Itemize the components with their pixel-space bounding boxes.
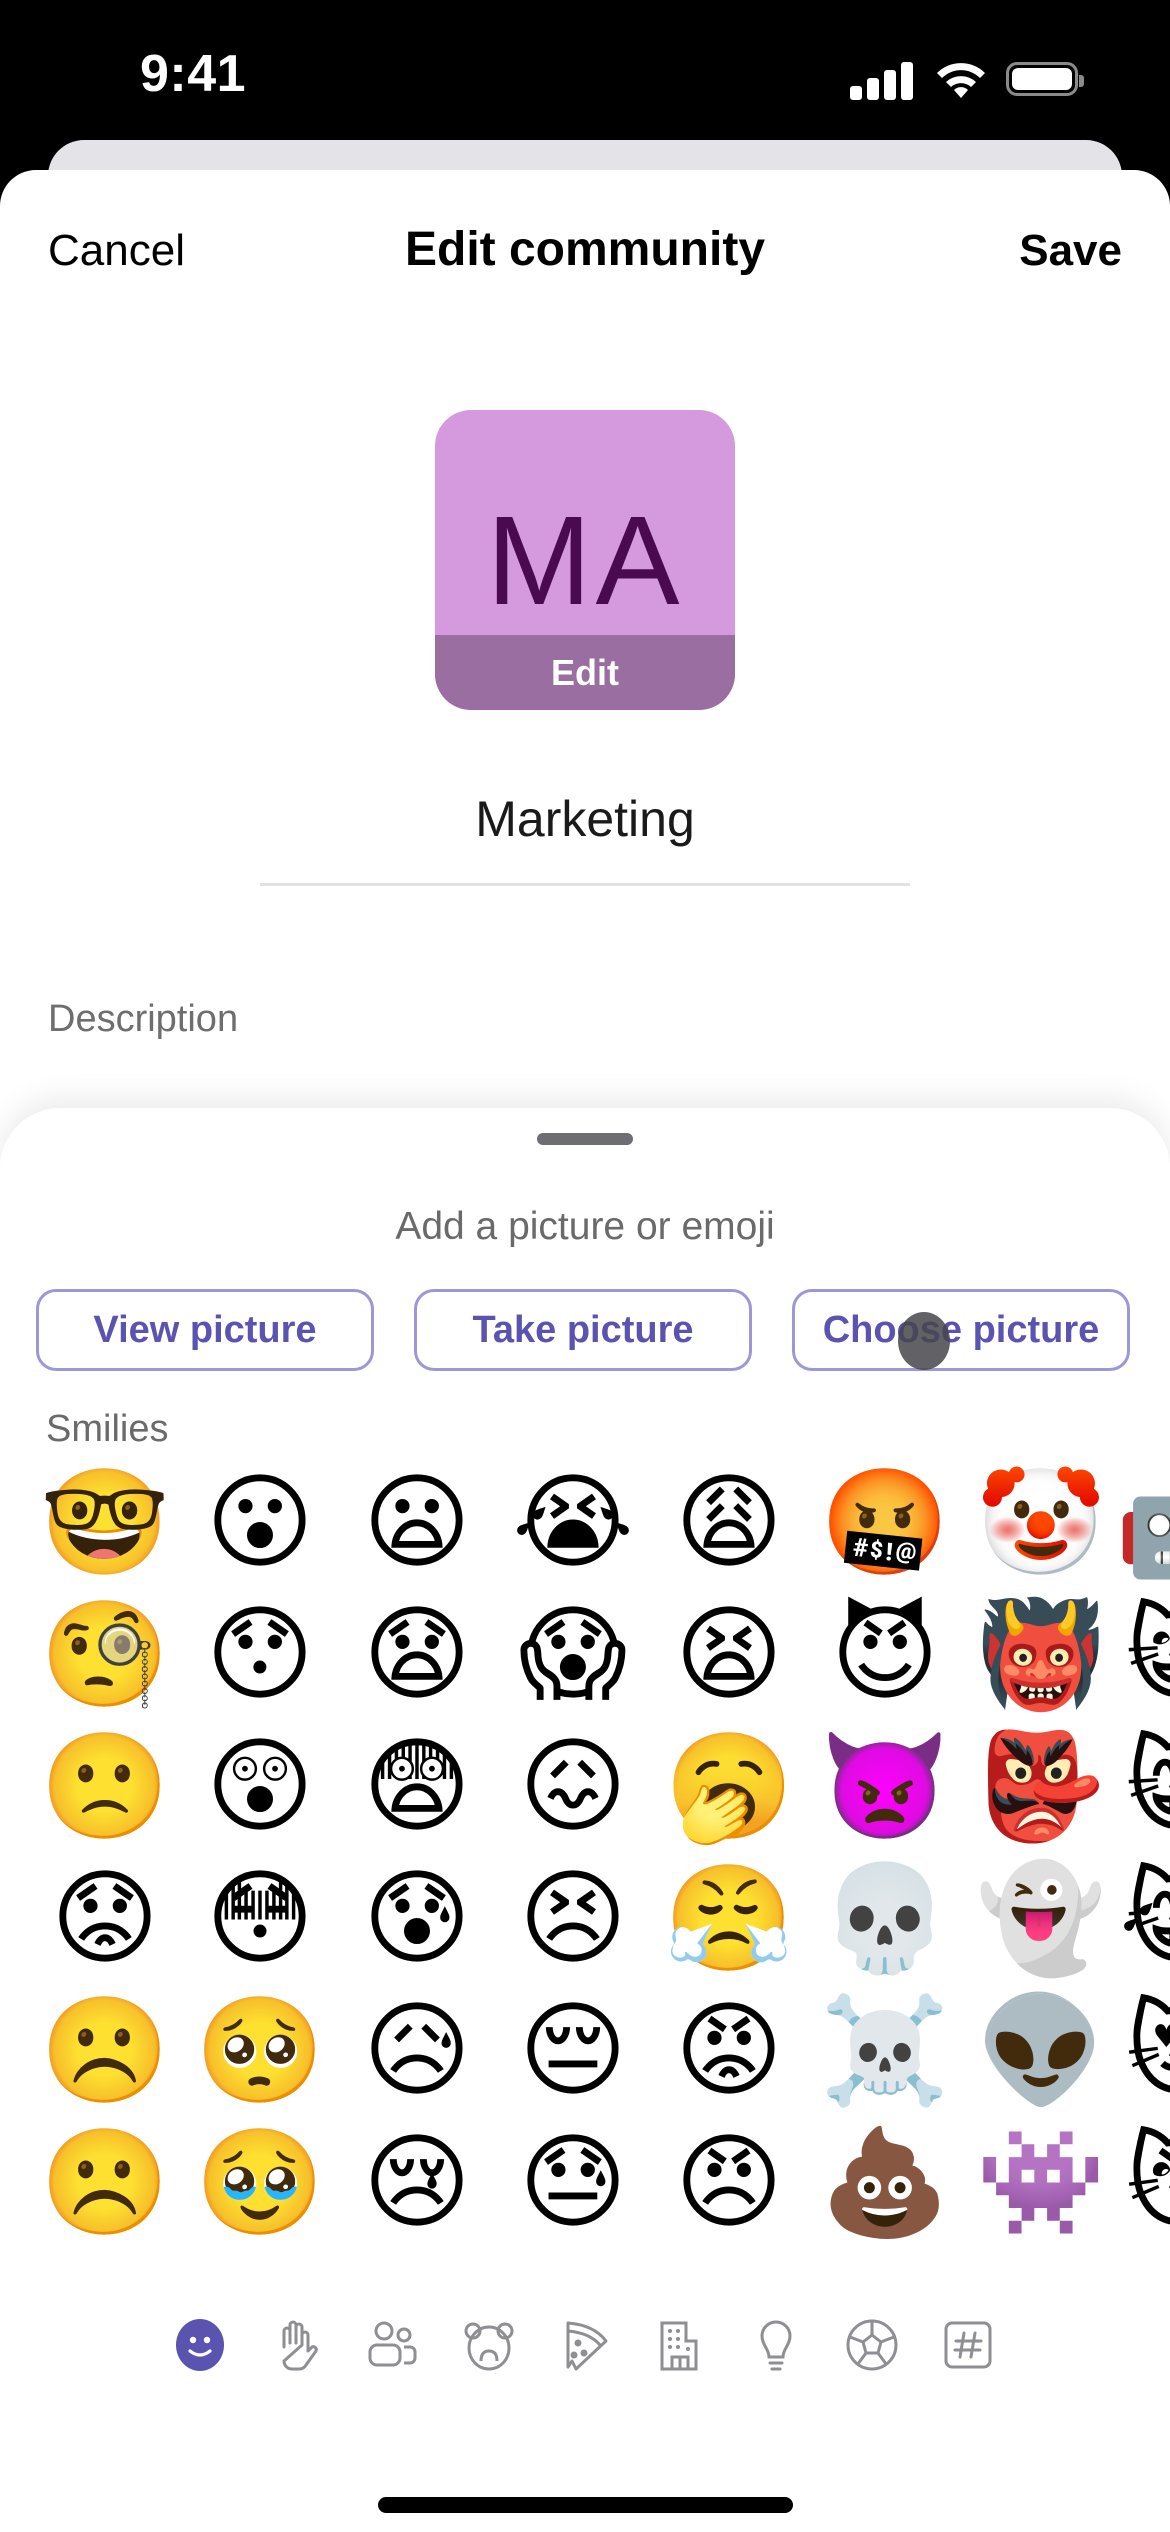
touch-indicator xyxy=(898,1312,950,1370)
emoji-item[interactable]: 🥹 xyxy=(195,2117,325,2247)
emoji-item[interactable]: 😩 xyxy=(664,1457,794,1587)
lightbulb-icon[interactable] xyxy=(748,2317,804,2373)
emoji-item[interactable]: 🤡 xyxy=(976,1457,1106,1587)
emoji-item[interactable]: 👺 xyxy=(976,1721,1106,1851)
emoji-item[interactable]: 👻 xyxy=(976,1853,1106,1983)
emoji-item[interactable]: 🤖 xyxy=(1115,1457,1170,1587)
pizza-icon[interactable] xyxy=(558,2317,614,2373)
status-time: 9:41 xyxy=(140,45,247,103)
emoji-item[interactable]: 😰 xyxy=(352,1853,482,1983)
soccer-ball-icon[interactable] xyxy=(844,2317,900,2373)
emoji-item[interactable]: 😣 xyxy=(508,1853,638,1983)
emoji-item[interactable]: 😠 xyxy=(664,2117,794,2247)
emoji-item[interactable]: 😔 xyxy=(508,1985,638,2115)
emoji-item[interactable]: 😖 xyxy=(508,1721,638,1851)
take-picture-button[interactable]: Take picture xyxy=(414,1289,752,1371)
picker-title: Add a picture or emoji xyxy=(395,1205,775,1248)
emoji-item[interactable]: 😸 xyxy=(1115,1721,1170,1851)
battery-icon xyxy=(1006,62,1084,96)
emoji-item[interactable]: 😡 xyxy=(664,1985,794,2115)
emoji-item[interactable]: 🤓 xyxy=(40,1457,170,1587)
emoji-item[interactable]: 😳 xyxy=(195,1853,325,1983)
sheet-drag-handle[interactable] xyxy=(537,1133,633,1145)
emoji-item[interactable]: 😥 xyxy=(352,1985,482,2115)
people-icon[interactable] xyxy=(364,2317,420,2373)
emoji-item[interactable]: 👿 xyxy=(820,1721,950,1851)
emoji-item[interactable]: 😤 xyxy=(664,1853,794,1983)
bear-icon[interactable] xyxy=(461,2317,517,2373)
emoji-item[interactable]: 🧐 xyxy=(40,1589,170,1719)
emoji-item[interactable]: ☠️ xyxy=(820,1985,950,2115)
avatar-edit-button[interactable]: Edit xyxy=(435,635,735,710)
smiley-icon[interactable] xyxy=(172,2317,228,2373)
community-name-field[interactable]: Marketing xyxy=(260,790,910,848)
wifi-icon xyxy=(937,63,985,98)
emoji-item[interactable]: 😫 xyxy=(664,1589,794,1719)
emoji-item[interactable]: 😯 xyxy=(195,1589,325,1719)
home-indicator xyxy=(378,2497,793,2513)
emoji-section-label: Smilies xyxy=(46,1408,169,1450)
emoji-item[interactable]: 😮 xyxy=(195,1457,325,1587)
hashtag-icon[interactable] xyxy=(940,2317,996,2373)
cellular-signal-icon xyxy=(850,60,913,100)
emoji-item[interactable]: ☹️ xyxy=(40,1985,170,2115)
status-icons xyxy=(850,60,1090,100)
name-field-underline xyxy=(260,883,910,886)
view-picture-button[interactable]: View picture xyxy=(36,1289,374,1371)
emoji-item[interactable]: 😻 xyxy=(1115,1985,1170,2115)
emoji-item[interactable]: 👾 xyxy=(976,2117,1106,2247)
emoji-item[interactable]: 👹 xyxy=(976,1589,1106,1719)
avatar-initials: MA xyxy=(486,490,684,631)
emoji-item[interactable]: 🙁 xyxy=(40,1721,170,1851)
emoji-item[interactable]: 🤬 xyxy=(820,1457,950,1587)
emoji-item[interactable]: 😲 xyxy=(195,1721,325,1851)
save-button[interactable]: Save xyxy=(1019,226,1122,276)
emoji-item[interactable]: 🥱 xyxy=(664,1721,794,1851)
emoji-item[interactable]: 😢 xyxy=(352,2117,482,2247)
emoji-item[interactable]: 🥺 xyxy=(195,1985,325,2115)
emoji-item[interactable]: 👽 xyxy=(976,1985,1106,2115)
emoji-item[interactable]: 😦 xyxy=(352,1457,482,1587)
page-title: Edit community xyxy=(404,223,766,276)
description-field[interactable]: Description xyxy=(48,998,238,1041)
emoji-item[interactable]: 😟 xyxy=(40,1853,170,1983)
choose-picture-button[interactable]: Choose picture xyxy=(792,1289,1130,1371)
hand-icon[interactable] xyxy=(268,2317,324,2373)
emoji-item[interactable]: 😭 xyxy=(508,1457,638,1587)
emoji-item[interactable]: ☹️ xyxy=(40,2117,170,2247)
emoji-item[interactable]: 💩 xyxy=(820,2117,950,2247)
emoji-item[interactable]: 😨 xyxy=(352,1721,482,1851)
emoji-item[interactable]: 😼 xyxy=(1115,2117,1170,2247)
emoji-item[interactable]: 😈 xyxy=(820,1589,950,1719)
emoji-item[interactable]: 😧 xyxy=(352,1589,482,1719)
emoji-item[interactable]: 😹 xyxy=(1115,1853,1170,1983)
emoji-item[interactable]: 😓 xyxy=(508,2117,638,2247)
emoji-item[interactable]: 😺 xyxy=(1115,1589,1170,1719)
emoji-item[interactable]: 😱 xyxy=(508,1589,638,1719)
emoji-item[interactable]: 💀 xyxy=(820,1853,950,1983)
building-icon[interactable] xyxy=(652,2317,708,2373)
community-avatar[interactable]: MA Edit xyxy=(435,410,735,710)
